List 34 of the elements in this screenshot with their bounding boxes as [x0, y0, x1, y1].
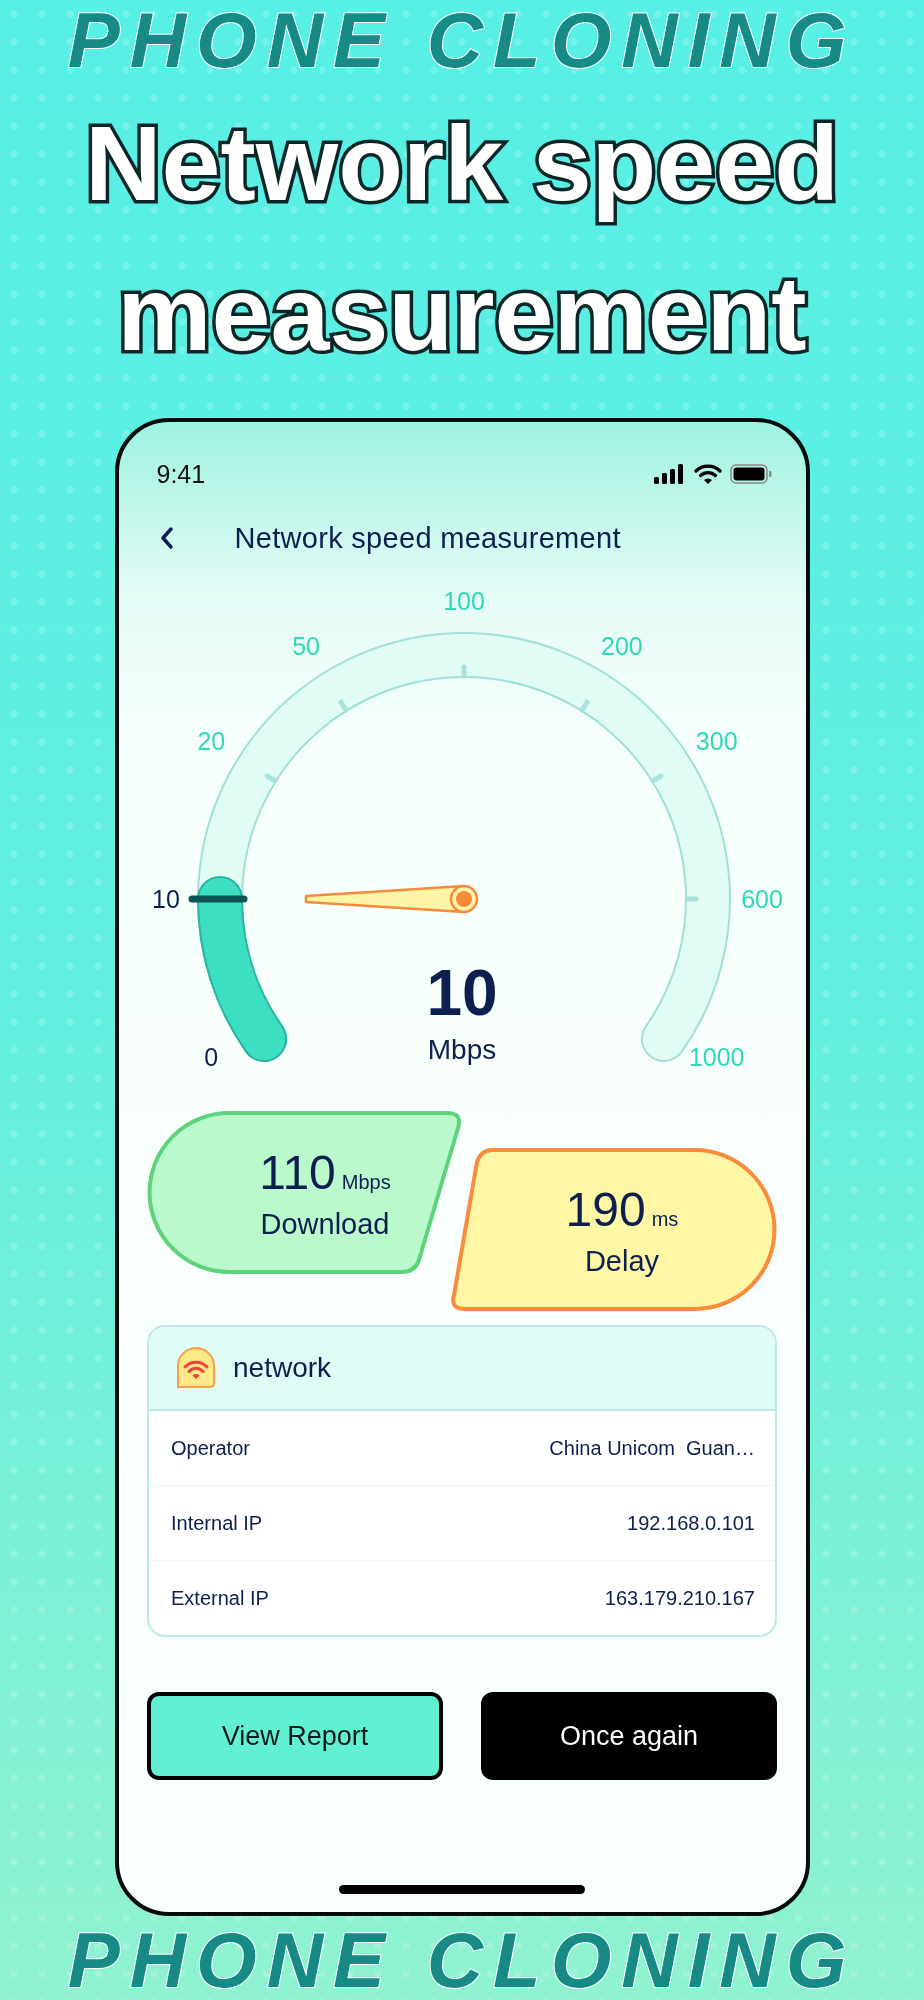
decor-text: PHONE CLONING: [67, 0, 857, 80]
tick-label: 100: [442, 587, 485, 615]
section-title: network: [233, 1352, 332, 1384]
info-label: Operator: [171, 1436, 250, 1460]
battery-icon: [729, 464, 772, 484]
info-value: 192.168.0.101: [627, 1511, 755, 1535]
page-title: Network speed measurement: [234, 521, 621, 555]
info-label: Internal IP: [171, 1511, 263, 1535]
status-time: 9:41: [156, 459, 206, 489]
info-label: External IP: [171, 1586, 269, 1610]
tick-label: 600: [740, 885, 783, 913]
result-label: Delay: [584, 1244, 660, 1278]
wifi-icon: [693, 464, 722, 484]
result-value: 190 ms: [565, 1181, 679, 1237]
speed-reading: 10: [426, 958, 498, 1028]
signal-icon: [653, 464, 686, 484]
info-value: 163.179.210.167: [604, 1586, 755, 1610]
result-label: Download: [260, 1207, 390, 1241]
result-value: 110 Mbps: [259, 1144, 391, 1200]
tick-label: 1000: [688, 1042, 745, 1071]
speed-unit: Mbps: [427, 1034, 497, 1066]
info-value: China Unicom Guan…: [549, 1436, 755, 1460]
tick-label: 50: [291, 632, 320, 661]
decor-text: PHONE CLONING: [67, 1920, 857, 2000]
wifi-icon: [175, 1347, 217, 1389]
tick-label: 10: [151, 885, 180, 913]
headline: Network speed measurement: [84, 103, 840, 374]
tick-label: 300: [695, 727, 738, 756]
retry-button[interactable]: Once again: [481, 1692, 777, 1780]
report-button[interactable]: View Report: [147, 1692, 443, 1780]
back-icon[interactable]: [158, 525, 175, 551]
tick-label: 200: [600, 632, 643, 661]
tick-label: 20: [196, 727, 225, 756]
tick-label: 0: [203, 1042, 218, 1071]
